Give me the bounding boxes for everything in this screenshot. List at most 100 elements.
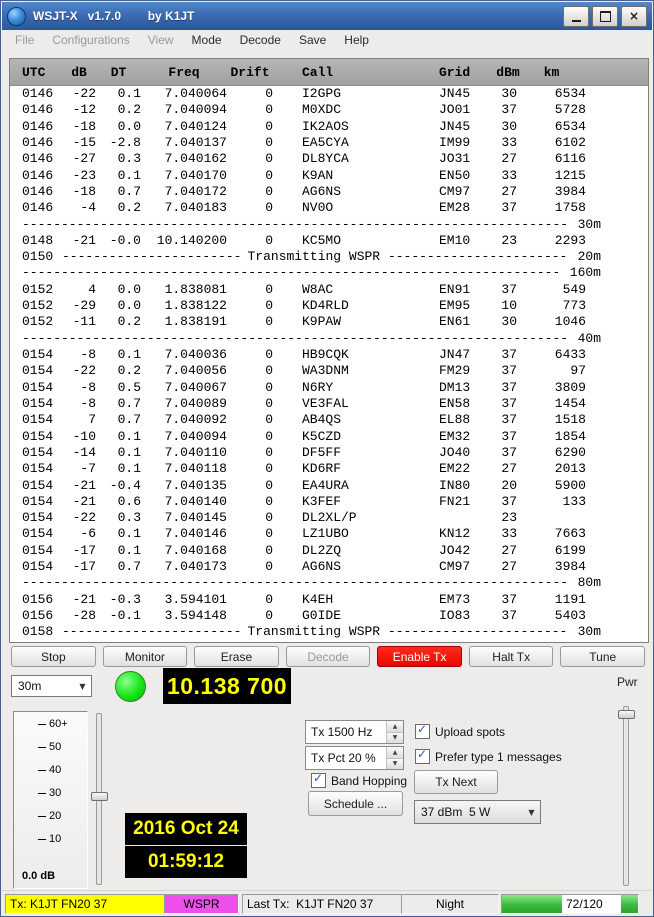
- meter-scale-mark: 50: [38, 741, 61, 753]
- decode-row[interactable]: 0154-140.17.0401100DF5FFJO40376290: [10, 445, 648, 461]
- menu-decode[interactable]: Decode: [231, 31, 290, 49]
- decode-row[interactable]: 0146-180.07.0401240IK2AOSJN45306534: [10, 119, 648, 135]
- decode-row[interactable]: 0156-21-0.33.5941010K4EHEM73371191: [10, 592, 648, 608]
- title-bar: WSJT-X v1.7.0 by K1JT ×: [2, 2, 652, 30]
- progress-bar: 72/120: [501, 894, 639, 914]
- cell-km: 5728: [517, 102, 586, 118]
- decode-row[interactable]: 0146-15-2.87.0401370EA5CYAIM99336102: [10, 135, 648, 151]
- decode-row[interactable]: 0146-220.17.0400640I2GPGJN45306534: [10, 86, 648, 102]
- cell-dbm: 37: [499, 412, 517, 428]
- cell-drift: 0: [227, 86, 273, 102]
- tx-pct-spin-buttons[interactable]: ▲ ▼: [386, 747, 403, 769]
- menu-view[interactable]: View: [139, 31, 183, 49]
- rx-gain-slider[interactable]: [91, 713, 106, 885]
- spin-up-icon[interactable]: ▲: [387, 747, 403, 759]
- decode-row[interactable]: 0152-290.01.8381220KD4RLDEM9510773: [10, 298, 648, 314]
- spin-down-icon[interactable]: ▼: [387, 759, 403, 770]
- stop-button[interactable]: Stop: [11, 646, 96, 667]
- cell-db: -8: [62, 396, 96, 412]
- cell-utc: 0154: [22, 380, 62, 396]
- rx-gain-slider-handle[interactable]: [91, 792, 108, 801]
- decode-row[interactable]: 0154-80.17.0400360HB9CQKJN47376433: [10, 347, 648, 363]
- cell-utc: 0154: [22, 396, 62, 412]
- decode-row[interactable]: 0146-230.17.0401700K9ANEN50331215: [10, 168, 648, 184]
- prefer-type1-checkbox[interactable]: Prefer type 1 messages: [415, 749, 562, 764]
- cell-km: 7663: [517, 526, 586, 542]
- decode-row[interactable]: 0154-210.67.0401400K3FEFFN2137133: [10, 494, 648, 510]
- pwr-slider-track[interactable]: [623, 706, 629, 886]
- tx-freq-spin-buttons[interactable]: ▲ ▼: [386, 721, 403, 743]
- monitor-button[interactable]: Monitor: [103, 646, 188, 667]
- power-select[interactable]: 37 dBm 5 W ▼: [414, 800, 541, 824]
- cell-km: 2013: [517, 461, 586, 477]
- cell-km: 1454: [517, 396, 586, 412]
- menu-save[interactable]: Save: [290, 31, 335, 49]
- tune-button[interactable]: Tune: [560, 646, 645, 667]
- tx-next-button[interactable]: Tx Next: [414, 770, 498, 794]
- spin-up-icon[interactable]: ▲: [387, 721, 403, 733]
- minimize-button[interactable]: [563, 6, 589, 27]
- band-select[interactable]: 30m ▼: [11, 675, 92, 697]
- decode-row[interactable]: 0152-110.21.8381910K9PAWEN61301046: [10, 314, 648, 330]
- decode-row[interactable]: 0146-180.77.0401720AG6NSCM97273984: [10, 184, 648, 200]
- enable-tx-button[interactable]: Enable Tx: [377, 646, 462, 667]
- upload-spots-checkbox[interactable]: Upload spots: [415, 724, 505, 739]
- cell-dbm: 37: [499, 445, 517, 461]
- decode-button[interactable]: Decode: [286, 646, 371, 667]
- maximize-button[interactable]: [592, 6, 618, 27]
- band-separator-row: ----------------------------------------…: [10, 331, 648, 347]
- pwr-slider[interactable]: [618, 706, 633, 886]
- cell-freq: 7.040168: [141, 543, 227, 559]
- decode-row[interactable]: 015240.01.8380810W8ACEN9137549: [10, 282, 648, 298]
- spin-down-icon[interactable]: ▼: [387, 733, 403, 744]
- decode-row[interactable]: 0148-21-0.010.1402000KC5MOEM10232293: [10, 233, 648, 249]
- decode-row[interactable]: 0154-170.17.0401680DL2ZQJO42276199: [10, 543, 648, 559]
- menu-mode[interactable]: Mode: [183, 31, 231, 49]
- decode-row[interactable]: 0154-170.77.0401730AG6NSCM97273984: [10, 559, 648, 575]
- chevron-down-icon: ▼: [523, 808, 540, 817]
- decode-row[interactable]: 0154-70.17.0401180KD6RFEM22272013: [10, 461, 648, 477]
- cell-freq: 7.040089: [141, 396, 227, 412]
- decode-row[interactable]: 0154-220.27.0400560WA3DNMFM293797: [10, 363, 648, 379]
- pwr-slider-handle[interactable]: [618, 710, 635, 719]
- cell-dbm: 37: [499, 282, 517, 298]
- cell-dbm: 23: [499, 233, 517, 249]
- menu-help[interactable]: Help: [335, 31, 378, 49]
- cell-grid: JO31: [439, 151, 499, 167]
- upload-spots-label: Upload spots: [435, 725, 505, 739]
- band-hopping-checkbox[interactable]: Band Hopping: [311, 773, 407, 788]
- decode-row[interactable]: 0154-100.17.0400940K5CZDEM32371854: [10, 429, 648, 445]
- menu-configurations[interactable]: Configurations: [43, 31, 138, 49]
- cell-db: -14: [62, 445, 96, 461]
- decode-row[interactable]: 015470.77.0400920AB4QSEL88371518: [10, 412, 648, 428]
- decode-row[interactable]: 0146-120.27.0400940M0XDCJO01375728: [10, 102, 648, 118]
- cell-freq: 7.040137: [141, 135, 227, 151]
- cell-call: G0IDE: [273, 608, 439, 624]
- schedule-button[interactable]: Schedule ...: [308, 791, 403, 816]
- decode-row[interactable]: 0146-270.37.0401620DL8YCAJO31276116: [10, 151, 648, 167]
- header-grid: Grid: [439, 65, 499, 80]
- close-button[interactable]: ×: [621, 6, 647, 27]
- decode-table-body[interactable]: 0146-220.17.0400640I2GPGJN453065340146-1…: [10, 86, 648, 642]
- decode-row[interactable]: 0154-220.37.0401450DL2XL/P23: [10, 510, 648, 526]
- decode-row[interactable]: 0154-21-0.47.0401350EA4URAIN80205900: [10, 478, 648, 494]
- band-separator-row: ----------------------------------------…: [10, 217, 648, 233]
- cell-utc: 0154: [22, 347, 62, 363]
- cell-call: AG6NS: [273, 184, 439, 200]
- decode-row[interactable]: 0156-28-0.13.5941480G0IDEIO83375403: [10, 608, 648, 624]
- upload-spots-checkbox-box[interactable]: [415, 724, 430, 739]
- tx-pct-spinner[interactable]: Tx Pct 20 % ▲ ▼: [305, 746, 404, 770]
- band-hopping-checkbox-box[interactable]: [311, 773, 326, 788]
- decode-row[interactable]: 0146-40.27.0401830NV0OEM28371758: [10, 200, 648, 216]
- cell-call: WA3DNM: [273, 363, 439, 379]
- menu-file[interactable]: File: [6, 31, 43, 49]
- tx-freq-spinner[interactable]: Tx 1500 Hz ▲ ▼: [305, 720, 404, 744]
- decode-row[interactable]: 0154-60.17.0401460LZ1UBOKN12337663: [10, 526, 648, 542]
- prefer-type1-checkbox-box[interactable]: [415, 749, 430, 764]
- halt-tx-button[interactable]: Halt Tx: [469, 646, 554, 667]
- cell-db: -6: [62, 526, 96, 542]
- erase-button[interactable]: Erase: [194, 646, 279, 667]
- cell-dbm: 27: [499, 151, 517, 167]
- decode-row[interactable]: 0154-80.57.0400670N6RYDM13373809: [10, 380, 648, 396]
- decode-row[interactable]: 0154-80.77.0400890VE3FALEN58371454: [10, 396, 648, 412]
